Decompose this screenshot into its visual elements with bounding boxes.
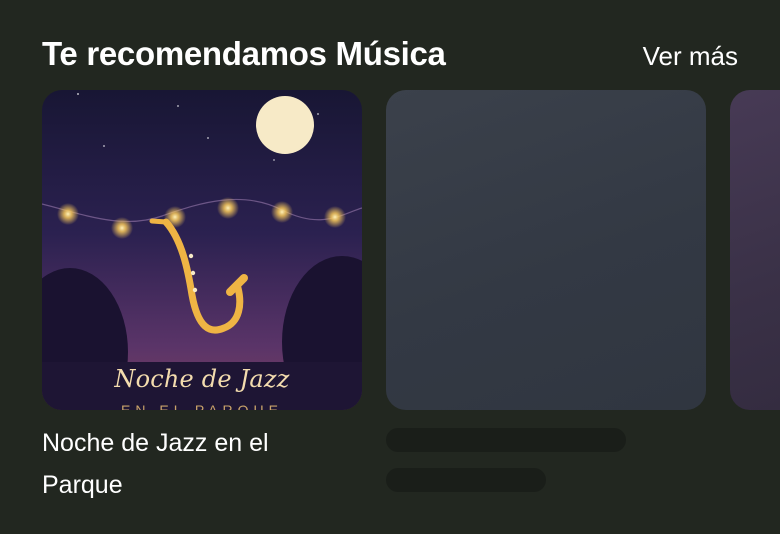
moon-icon	[256, 96, 314, 154]
music-card-loading	[386, 90, 706, 410]
title-skeleton-line	[386, 428, 626, 452]
poster-title: Noche de Jazz	[114, 365, 290, 393]
music-card-loading-partial	[730, 90, 780, 410]
poster-subtitle: EN EL PARQUE	[121, 402, 283, 410]
see-more-link[interactable]: Ver más	[643, 38, 738, 74]
section-title: Te recomendamos Música	[42, 35, 446, 72]
subtitle-skeleton-line	[386, 468, 546, 492]
music-card[interactable]: Noche de Jazz EN EL PARQUE Noche de Jazz…	[42, 90, 362, 506]
image-placeholder-partial	[730, 90, 780, 410]
image-placeholder	[386, 90, 706, 410]
card-title[interactable]: Noche de Jazz en el Parque	[42, 422, 342, 506]
jazz-poster-illustration	[42, 90, 362, 410]
music-recommendations-section: Te recomendamos Música Ver más Noche de …	[0, 0, 780, 534]
card-image-jazz-poster[interactable]: Noche de Jazz EN EL PARQUE	[42, 90, 362, 410]
